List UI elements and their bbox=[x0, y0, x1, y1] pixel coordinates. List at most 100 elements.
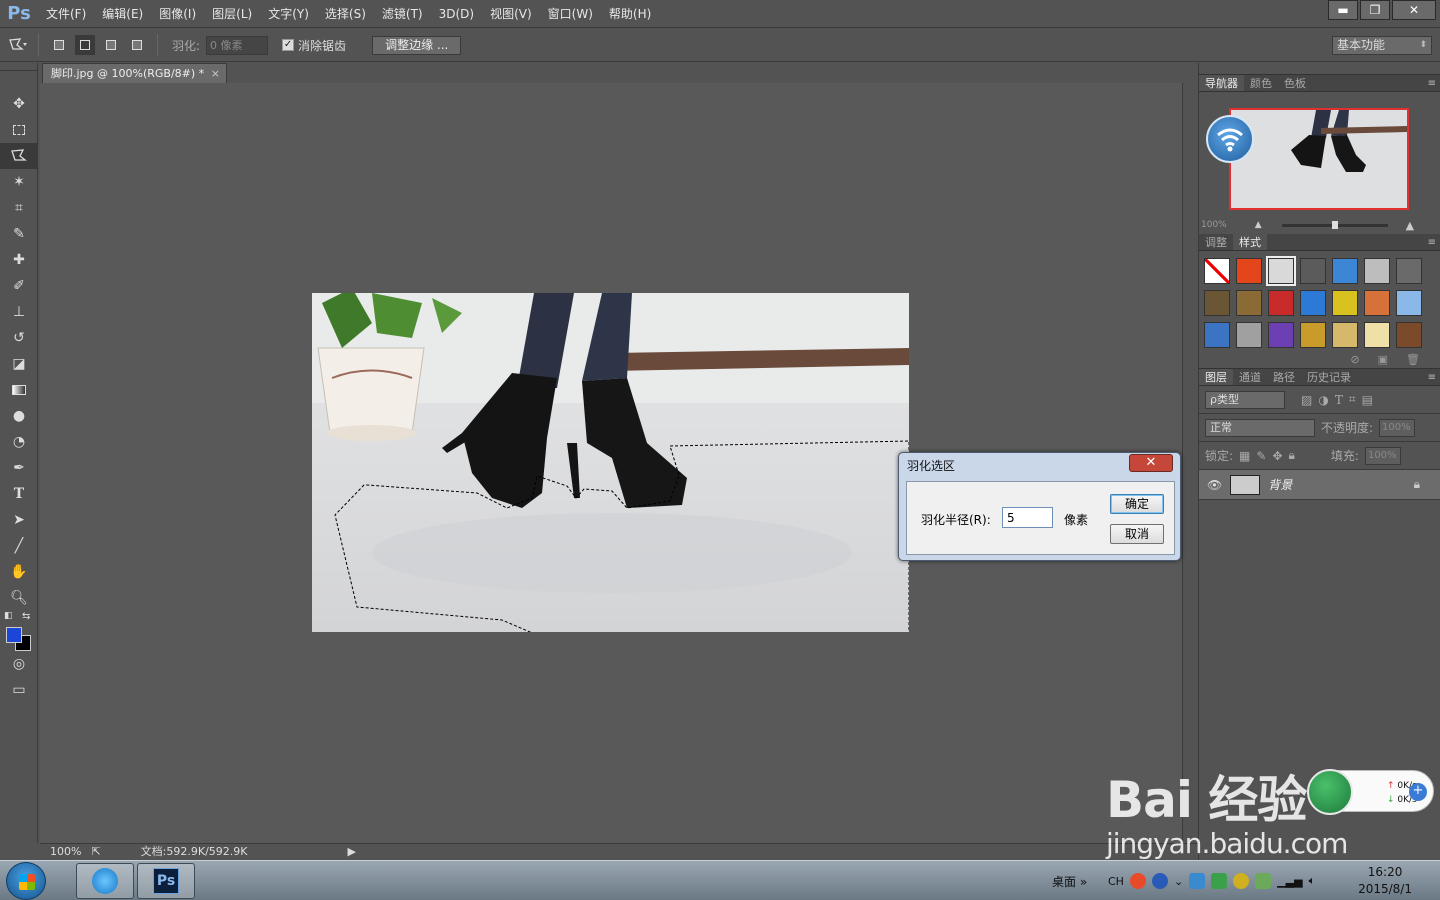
menu-image[interactable]: 图像(I) bbox=[151, 0, 204, 28]
menu-type[interactable]: 文字(Y) bbox=[260, 0, 317, 28]
menu-3d[interactable]: 3D(D) bbox=[431, 0, 482, 28]
style-swatch[interactable] bbox=[1332, 258, 1358, 284]
tab-swatches[interactable]: 色板 bbox=[1278, 75, 1312, 91]
lock-move-icon[interactable]: ✥ bbox=[1272, 449, 1282, 463]
sogou-icon[interactable] bbox=[1129, 873, 1146, 889]
lock-paint-icon[interactable]: ✎ bbox=[1256, 449, 1266, 463]
navigator-zoom-slider[interactable] bbox=[1281, 220, 1388, 229]
plus-tray-icon[interactable] bbox=[1233, 873, 1250, 889]
menu-filter[interactable]: 滤镜(T) bbox=[374, 0, 431, 28]
crop-tool-icon[interactable]: ⌗ bbox=[0, 195, 38, 221]
tray-expand-icon[interactable]: ⌄ bbox=[1174, 875, 1183, 888]
security-shield-icon[interactable] bbox=[1211, 873, 1228, 889]
swap-colors-icon[interactable]: ⇆ bbox=[22, 611, 30, 622]
pen-tool-icon[interactable]: ✒ bbox=[0, 455, 38, 481]
canvas-scrollbar[interactable] bbox=[1182, 83, 1198, 843]
move-tool-icon[interactable]: ✥ bbox=[0, 91, 38, 117]
blend-mode-select[interactable]: 正常 bbox=[1205, 418, 1315, 437]
history-brush-tool-icon[interactable]: ↺ bbox=[0, 325, 38, 351]
menu-layer[interactable]: 图层(L) bbox=[204, 0, 260, 28]
minimize-button[interactable]: ▬ bbox=[1328, 0, 1358, 20]
signal-icon[interactable]: ▁▃▅ bbox=[1277, 875, 1302, 888]
network-ball-icon[interactable] bbox=[1307, 769, 1353, 815]
style-swatch[interactable] bbox=[1364, 258, 1390, 284]
style-swatch[interactable] bbox=[1268, 322, 1294, 348]
new-style-icon[interactable]: ▣ bbox=[1378, 351, 1388, 368]
antialias-checkbox[interactable]: ✓ bbox=[282, 39, 295, 51]
navigator-zoom-value[interactable]: 100% bbox=[1201, 220, 1227, 230]
tab-styles[interactable]: 样式 bbox=[1233, 234, 1267, 250]
opacity-input[interactable]: 100% bbox=[1379, 418, 1416, 437]
menu-file[interactable]: 文件(F) bbox=[38, 0, 94, 28]
close-tab-icon[interactable]: × bbox=[211, 64, 220, 83]
taskbar-photoshop[interactable]: Ps bbox=[137, 863, 195, 899]
layer-visibility-icon[interactable]: 👁︎ bbox=[1207, 478, 1222, 492]
ok-button[interactable]: 确定 bbox=[1110, 494, 1164, 514]
zoom-level[interactable]: 100% bbox=[50, 844, 81, 860]
refine-edge-button[interactable]: 调整边缘 ... bbox=[372, 35, 462, 55]
export-icon[interactable]: ⇱ bbox=[91, 844, 100, 860]
navigator-thumbnail[interactable] bbox=[1229, 108, 1409, 210]
blur-tool-icon[interactable]: ● bbox=[0, 403, 38, 429]
menu-edit[interactable]: 编辑(E) bbox=[94, 0, 151, 28]
status-menu-arrow-icon[interactable]: ▶ bbox=[348, 844, 356, 860]
eyedropper-tool-icon[interactable]: ✎ bbox=[0, 221, 38, 247]
network-tray-icon[interactable] bbox=[1189, 873, 1206, 889]
document-image[interactable] bbox=[312, 293, 909, 632]
filter-smart-icon[interactable]: ▤ bbox=[1362, 393, 1373, 407]
desktop-toolbar-label[interactable]: 桌面 » bbox=[1052, 873, 1087, 890]
tab-history[interactable]: 历史记录 bbox=[1301, 369, 1357, 385]
layer-name[interactable]: 背景 bbox=[1268, 476, 1292, 493]
tab-channels[interactable]: 通道 bbox=[1233, 369, 1267, 385]
style-swatch[interactable] bbox=[1268, 290, 1294, 316]
zoom-out-icon[interactable]: ▲ bbox=[1255, 220, 1262, 230]
close-window-button[interactable]: ✕ bbox=[1392, 0, 1436, 20]
type-tool-icon[interactable]: T bbox=[0, 481, 38, 507]
tab-navigator[interactable]: 导航器 bbox=[1199, 75, 1244, 91]
menu-view[interactable]: 视图(V) bbox=[482, 0, 540, 28]
filter-shape-icon[interactable]: ⌗ bbox=[1349, 392, 1356, 407]
filter-adjust-icon[interactable]: ◑ bbox=[1318, 393, 1328, 407]
default-colors-icon[interactable]: ◧ bbox=[4, 611, 13, 621]
fill-input[interactable]: 100% bbox=[1364, 446, 1401, 465]
help-icon[interactable] bbox=[1151, 873, 1168, 889]
style-swatch[interactable] bbox=[1332, 322, 1358, 348]
panel-menu-icon[interactable]: ≡ bbox=[1428, 369, 1436, 386]
new-selection-icon[interactable] bbox=[49, 35, 69, 55]
wifi-icon[interactable] bbox=[1206, 115, 1254, 163]
lock-pixels-icon[interactable]: ▦ bbox=[1239, 449, 1250, 463]
stamp-tool-icon[interactable]: ⊥ bbox=[0, 299, 38, 325]
filter-type-icon[interactable]: T bbox=[1335, 393, 1343, 407]
style-swatch[interactable] bbox=[1204, 258, 1230, 284]
style-swatch[interactable] bbox=[1266, 256, 1296, 286]
taskbar-browser[interactable] bbox=[76, 863, 134, 899]
style-swatch[interactable] bbox=[1300, 322, 1326, 348]
tab-paths[interactable]: 路径 bbox=[1267, 369, 1301, 385]
marquee-tool-icon[interactable] bbox=[0, 117, 38, 143]
healing-brush-tool-icon[interactable]: ✚ bbox=[0, 247, 38, 273]
widget-plus-button[interactable]: + bbox=[1409, 783, 1427, 801]
add-selection-icon[interactable] bbox=[75, 35, 95, 55]
panel-menu-icon[interactable]: ≡ bbox=[1428, 75, 1436, 92]
gradient-tool-icon[interactable] bbox=[0, 377, 38, 403]
polygonal-lasso-tool-icon[interactable] bbox=[0, 143, 38, 169]
style-swatch[interactable] bbox=[1396, 290, 1422, 316]
feather-radius-input[interactable] bbox=[1002, 507, 1053, 528]
style-swatch[interactable] bbox=[1364, 322, 1390, 348]
cancel-button[interactable]: 取消 bbox=[1110, 524, 1164, 544]
brush-tool-icon[interactable]: ✐ bbox=[0, 273, 38, 299]
eraser-tool-icon[interactable]: ◪ bbox=[0, 351, 38, 377]
line-tool-icon[interactable]: ╱ bbox=[0, 533, 38, 559]
clock[interactable]: 16:20 2015/8/1 bbox=[1358, 864, 1412, 898]
network-speed-widget[interactable]: ↑ 0K/s ↓ 0K/s + bbox=[1307, 769, 1434, 815]
dialog-close-button[interactable]: ✕ bbox=[1129, 454, 1173, 472]
panel-grip[interactable] bbox=[1199, 63, 1440, 75]
feather-input[interactable] bbox=[206, 35, 269, 55]
clear-style-icon[interactable]: ⊘ bbox=[1350, 351, 1359, 368]
delete-style-icon[interactable]: 🗑︎ bbox=[1406, 351, 1420, 368]
path-select-tool-icon[interactable]: ➤ bbox=[0, 507, 38, 533]
style-swatch[interactable] bbox=[1364, 290, 1390, 316]
filter-pixel-icon[interactable]: ▨ bbox=[1301, 393, 1312, 407]
style-swatch[interactable] bbox=[1300, 258, 1326, 284]
subtract-selection-icon[interactable] bbox=[101, 35, 121, 55]
